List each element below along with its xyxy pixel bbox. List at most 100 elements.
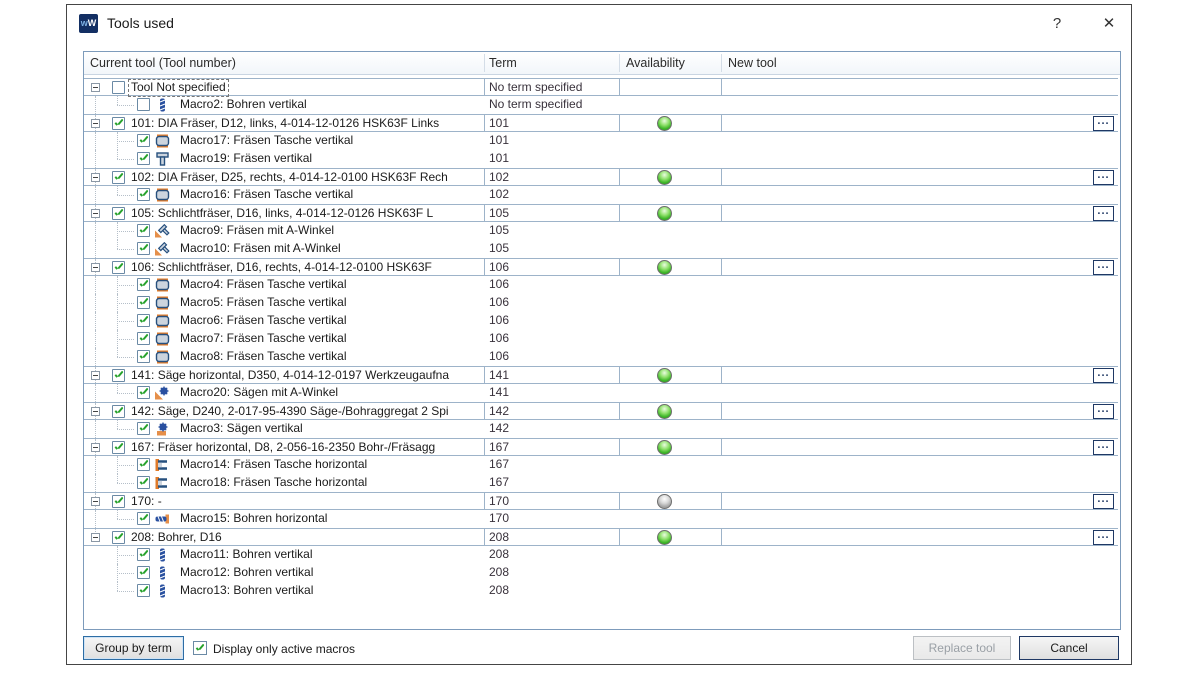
row-checkbox[interactable] [137,584,150,597]
tree-connector [95,474,96,492]
row-checkbox[interactable] [137,476,150,489]
browse-new-tool-button[interactable]: ... [1093,494,1114,509]
row-checkbox[interactable] [112,261,125,274]
row-checkbox[interactable] [112,81,125,94]
table-row[interactable]: Macro16: Fräsen Tasche vertikal102 [84,186,1118,204]
collapse-toggle-icon[interactable] [91,263,100,272]
table-row[interactable]: Macro5: Fräsen Tasche vertikal106 [84,294,1118,312]
table-row[interactable]: Macro17: Fräsen Tasche vertikal101 [84,132,1118,150]
term-value: 167 [489,439,509,457]
browse-new-tool-button[interactable]: ... [1093,440,1114,455]
table-row[interactable]: Macro2: Bohren vertikalNo term specified [84,96,1118,114]
table-row[interactable]: 141: Säge horizontal, D350, 4-014-12-019… [84,366,1118,384]
row-checkbox[interactable] [137,224,150,237]
collapse-toggle-icon[interactable] [91,209,100,218]
row-checkbox[interactable] [137,134,150,147]
tree-connector [117,429,134,430]
collapse-toggle-icon[interactable] [91,119,100,128]
row-checkbox[interactable] [112,405,125,418]
collapse-toggle-icon[interactable] [91,371,100,380]
row-checkbox[interactable] [112,441,125,454]
column-header-term[interactable]: Term [489,52,517,74]
table-row[interactable]: Tool Not specifiedNo term specified [84,78,1118,96]
table-row[interactable]: 105: Schlichtfräser, D16, links, 4-014-1… [84,204,1118,222]
browse-new-tool-button[interactable]: ... [1093,170,1114,185]
table-row[interactable]: Macro8: Fräsen Tasche vertikal106 [84,348,1118,366]
browse-new-tool-button[interactable]: ... [1093,116,1114,131]
column-header-current-tool[interactable]: Current tool (Tool number) [90,52,236,74]
cell-divider [721,79,722,95]
table-row[interactable]: Macro6: Fräsen Tasche vertikal106 [84,312,1118,330]
table-row[interactable]: Macro7: Fräsen Tasche vertikal106 [84,330,1118,348]
row-checkbox[interactable] [137,314,150,327]
collapse-toggle-icon[interactable] [91,443,100,452]
row-checkbox[interactable] [137,458,150,471]
table-row[interactable]: Macro20: Sägen mit A-Winkel141 [84,384,1118,402]
table-row[interactable]: Macro9: Fräsen mit A-Winkel105 [84,222,1118,240]
browse-new-tool-button[interactable]: ... [1093,530,1114,545]
row-checkbox[interactable] [112,369,125,382]
browse-new-tool-button[interactable]: ... [1093,260,1114,275]
row-checkbox[interactable] [137,242,150,255]
collapse-toggle-icon[interactable] [91,407,100,416]
table-row[interactable]: Macro13: Bohren vertikal208 [84,582,1118,600]
table-row[interactable]: Macro14: Fräsen Tasche horizontal167 [84,456,1118,474]
group-by-term-button[interactable]: Group by term [83,636,184,660]
tree-connector [117,474,118,483]
cell-divider [619,169,620,185]
table-row[interactable]: 167: Fräser horizontal, D8, 2-056-16-235… [84,438,1118,456]
column-header-new-tool[interactable]: New tool [728,52,777,74]
term-value: 105 [489,240,509,258]
availability-indicator [657,368,672,383]
collapse-toggle-icon[interactable] [91,83,100,92]
table-row[interactable]: 106: Schlichtfräser, D16, rechts, 4-014-… [84,258,1118,276]
row-checkbox[interactable] [112,171,125,184]
cancel-button[interactable]: Cancel [1019,636,1119,660]
table-row[interactable]: Macro10: Fräsen mit A-Winkel105 [84,240,1118,258]
collapse-toggle-icon[interactable] [91,497,100,506]
column-header-availability[interactable]: Availability [626,52,685,74]
title-bar: wW Tools used ? ✕ [67,5,1131,43]
row-checkbox[interactable] [112,495,125,508]
row-checkbox[interactable] [137,548,150,561]
collapse-toggle-icon[interactable] [91,173,100,182]
row-checkbox[interactable] [137,422,150,435]
term-value: 101 [489,115,509,133]
row-checkbox[interactable] [137,332,150,345]
row-checkbox[interactable] [112,531,125,544]
mill-angle-icon [155,224,170,238]
row-checkbox[interactable] [137,188,150,201]
cell-divider [721,259,722,275]
table-row[interactable]: Macro4: Fräsen Tasche vertikal106 [84,276,1118,294]
table-row[interactable]: Macro11: Bohren vertikal208 [84,546,1118,564]
collapse-toggle-icon[interactable] [91,533,100,542]
table-row[interactable]: 101: DIA Fräser, D12, links, 4-014-12-01… [84,114,1118,132]
table-row[interactable]: Macro3: Sägen vertikal142 [84,420,1118,438]
table-row[interactable]: Macro12: Bohren vertikal208 [84,564,1118,582]
row-checkbox[interactable] [137,98,150,111]
table-row[interactable]: 208: Bohrer, D16208... [84,528,1118,546]
browse-new-tool-button[interactable]: ... [1093,368,1114,383]
pocket-vertical-icon [155,296,170,310]
row-checkbox[interactable] [137,566,150,579]
table-row[interactable]: Macro19: Fräsen vertikal101 [84,150,1118,168]
row-checkbox[interactable] [137,296,150,309]
row-checkbox[interactable] [137,152,150,165]
browse-new-tool-button[interactable]: ... [1093,404,1114,419]
row-checkbox[interactable] [137,512,150,525]
help-button[interactable]: ? [1042,12,1072,36]
table-row[interactable]: 142: Säge, D240, 2-017-95-4390 Säge-/Boh… [84,402,1118,420]
table-row[interactable]: Macro15: Bohren horizontal170 [84,510,1118,528]
row-checkbox[interactable] [137,386,150,399]
row-checkbox[interactable] [137,350,150,363]
browse-new-tool-button[interactable]: ... [1093,206,1114,221]
replace-tool-button[interactable]: Replace tool [913,636,1011,660]
display-active-macros-checkbox[interactable] [193,641,207,655]
table-row[interactable]: 170: -170... [84,492,1118,510]
table-row[interactable]: 102: DIA Fräser, D25, rechts, 4-014-12-0… [84,168,1118,186]
table-row[interactable]: Macro18: Fräsen Tasche horizontal167 [84,474,1118,492]
close-icon[interactable]: ✕ [1092,12,1126,36]
row-checkbox[interactable] [112,117,125,130]
row-checkbox[interactable] [137,278,150,291]
row-checkbox[interactable] [112,207,125,220]
